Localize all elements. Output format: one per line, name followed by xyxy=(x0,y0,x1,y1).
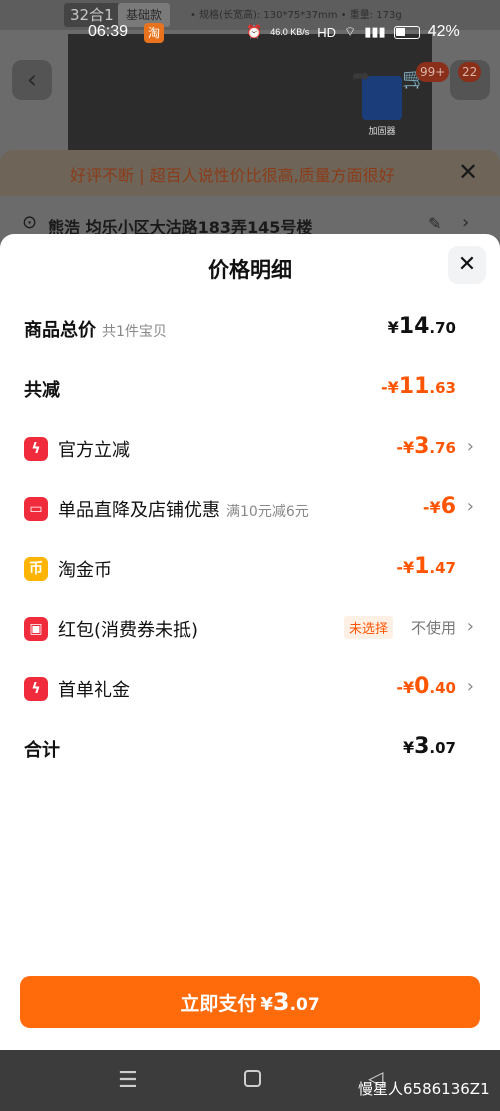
row-total-reduction: 共减 -¥11.63 xyxy=(0,368,500,408)
shop-discount-label: 单品直降及店铺优惠 满10元减6元 xyxy=(58,500,309,521)
official-discount-amount: -¥3.76 xyxy=(396,434,456,459)
reduction-amount: -¥11.63 xyxy=(381,374,456,399)
home-icon[interactable] xyxy=(244,1070,261,1087)
pay-amount-dec: .07 xyxy=(289,995,320,1015)
red-packet-label: 红包(消费券未抵) xyxy=(58,620,199,641)
net-speed: 46.0 KB/s xyxy=(270,26,310,37)
back-button: ‹ xyxy=(12,60,52,100)
coin-icon: 币 xyxy=(24,557,48,581)
row-sum: 合计 ¥3.07 xyxy=(0,728,500,768)
gift-lightning-icon: ϟ xyxy=(24,677,48,701)
sum-amount: ¥3.07 xyxy=(402,734,456,759)
system-nav-bar: ☰ ◁ 慢星人6586136Z1 xyxy=(0,1050,500,1111)
first-order-amount: -¥0.40 xyxy=(396,674,456,699)
alarm-icon: ⏰ xyxy=(246,24,263,39)
chevron-right-icon: › xyxy=(466,616,474,637)
app-notification-icon: 淘 xyxy=(144,23,164,43)
row-official-discount[interactable]: ϟ 官方立减 -¥3.76 › xyxy=(0,428,500,468)
lightning-icon: ϟ xyxy=(24,437,48,461)
coupon-icon: ▭ xyxy=(24,497,48,521)
row-shop-discount[interactable]: ▭ 单品直降及店铺优惠 满10元减6元 -¥6 › xyxy=(0,488,500,528)
status-time: 06:39 xyxy=(88,23,129,40)
row-first-order-gift[interactable]: ϟ 首单礼金 -¥0.40 › xyxy=(0,668,500,708)
red-packet-value: 不使用 xyxy=(410,619,456,637)
spec-text: • 规格(长宽高): 130*75*37mm • 重量: 173g xyxy=(190,10,402,21)
shop-discount-amount: -¥6 xyxy=(422,494,456,519)
row-red-packet[interactable]: ▣ 红包(消费券未抵) 未选择 不使用 › xyxy=(0,608,500,648)
menu-icon[interactable]: ☰ xyxy=(118,1068,138,1093)
close-icon: ✕ xyxy=(457,252,477,277)
total-price-label: 商品总价 共1件宝贝 xyxy=(24,320,167,341)
edit-icon: ✎ xyxy=(428,214,442,233)
row-total-price: 商品总价 共1件宝贝 ¥14.70 xyxy=(0,308,500,348)
not-selected-tag: 未选择 xyxy=(344,616,394,639)
battery-icon xyxy=(393,25,420,39)
chevron-right-icon: › xyxy=(466,496,474,517)
sheet-title: 价格明细 xyxy=(208,258,292,282)
first-order-label: 首单礼金 xyxy=(58,680,130,701)
count-badge: 22 xyxy=(458,62,482,82)
status-bar: 06:39 淘 ⏰ 46.0 KB/s HD ⌔ ▮▮▮ 42% xyxy=(0,20,500,46)
chevron-right-icon: › xyxy=(466,436,474,457)
location-pin-icon: ⊙ xyxy=(22,212,38,233)
pay-amount-int: 3 xyxy=(272,988,290,1016)
wifi-icon: ⌔ xyxy=(344,24,357,39)
share-icon: ➦ xyxy=(352,64,371,89)
reduction-label: 共减 xyxy=(24,380,60,401)
shop-discount-rule: 满10元减6元 xyxy=(226,504,309,520)
coin-amount: -¥1.47 xyxy=(396,554,456,579)
price-detail-sheet: 价格明细 ✕ 商品总价 共1件宝贝 ¥14.70 共减 -¥11.63 ϟ 官方立… xyxy=(0,234,500,1050)
sum-label: 合计 xyxy=(24,740,60,761)
official-discount-label: 官方立减 xyxy=(58,440,130,461)
row-coin: 币 淘金币 -¥1.47 xyxy=(0,548,500,588)
pay-currency: ¥ xyxy=(260,994,273,1015)
hd-icon: HD xyxy=(317,24,336,40)
battery-percent: 42% xyxy=(427,23,460,40)
cart-badge: 99+ xyxy=(416,62,450,82)
item-count: 共1件宝贝 xyxy=(102,324,167,340)
chevron-right-icon: › xyxy=(466,676,474,697)
chevron-right-icon: › xyxy=(462,212,470,233)
notice-text: 好评不断 | 超百人说性价比很高,质量方面很好 xyxy=(70,166,395,185)
coin-label: 淘金币 xyxy=(58,560,112,581)
red-packet-icon: ▣ xyxy=(24,617,48,641)
total-price-amount: ¥14.70 xyxy=(387,314,456,339)
close-button[interactable]: ✕ xyxy=(448,246,486,284)
signal-icon: ▮▮▮ xyxy=(364,24,386,39)
pay-now-label: 立即支付 xyxy=(180,993,257,1015)
product-box-label: 加固器 xyxy=(368,127,396,137)
notice-close-icon: ✕ xyxy=(458,158,479,186)
watermark: 慢星人6586136Z1 xyxy=(358,1080,490,1098)
pay-now-button[interactable]: 立即支付 ¥3.07 xyxy=(20,976,480,1028)
notice-bar: 好评不断 | 超百人说性价比很高,质量方面很好 ✕ xyxy=(0,150,500,196)
